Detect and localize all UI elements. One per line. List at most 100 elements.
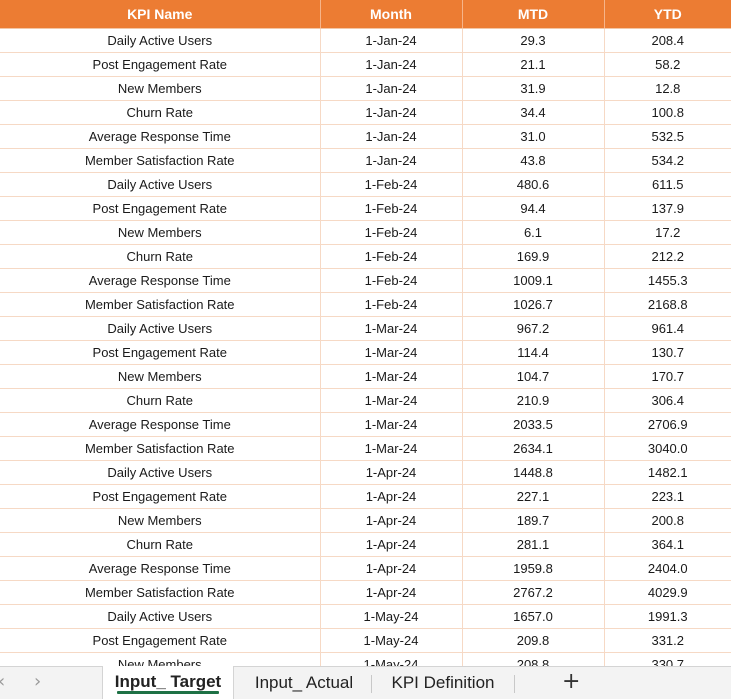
mtd-cell[interactable]: 227.1 xyxy=(462,484,605,509)
kpi-name-cell[interactable]: New Members xyxy=(0,508,321,533)
ytd-cell[interactable]: 1991.3 xyxy=(604,604,731,629)
mtd-cell[interactable]: 31.0 xyxy=(462,124,605,149)
kpi-name-cell[interactable]: Post Engagement Rate xyxy=(0,484,321,509)
kpi-name-cell[interactable]: Member Satisfaction Rate xyxy=(0,148,321,173)
mtd-cell[interactable]: 2634.1 xyxy=(462,436,605,461)
kpi-name-cell[interactable]: Daily Active Users xyxy=(0,604,321,629)
mtd-cell[interactable]: 1448.8 xyxy=(462,460,605,485)
month-cell[interactable]: 1-Apr-24 xyxy=(320,460,463,485)
kpi-name-cell[interactable]: Post Engagement Rate xyxy=(0,52,321,77)
tab-input-actual[interactable]: Input_ Actual xyxy=(240,667,368,699)
kpi-name-cell[interactable]: Daily Active Users xyxy=(0,316,321,341)
month-cell[interactable]: 1-May-24 xyxy=(320,652,463,666)
mtd-cell[interactable]: 21.1 xyxy=(462,52,605,77)
ytd-cell[interactable]: 3040.0 xyxy=(604,436,731,461)
ytd-cell[interactable]: 17.2 xyxy=(604,220,731,245)
mtd-cell[interactable]: 6.1 xyxy=(462,220,605,245)
tab-kpi-definition[interactable]: KPI Definition xyxy=(376,667,510,699)
ytd-cell[interactable]: 58.2 xyxy=(604,52,731,77)
mtd-cell[interactable]: 480.6 xyxy=(462,172,605,197)
mtd-cell[interactable]: 31.9 xyxy=(462,76,605,101)
kpi-name-cell[interactable]: Member Satisfaction Rate xyxy=(0,436,321,461)
month-cell[interactable]: 1-Jan-24 xyxy=(320,76,463,101)
kpi-name-cell[interactable]: Average Response Time xyxy=(0,124,321,149)
month-cell[interactable]: 1-May-24 xyxy=(320,604,463,629)
ytd-cell[interactable]: 137.9 xyxy=(604,196,731,221)
ytd-cell[interactable]: 1455.3 xyxy=(604,268,731,293)
mtd-cell[interactable]: 94.4 xyxy=(462,196,605,221)
month-cell[interactable]: 1-Feb-24 xyxy=(320,196,463,221)
kpi-name-cell[interactable]: Daily Active Users xyxy=(0,28,321,53)
month-cell[interactable]: 1-Feb-24 xyxy=(320,172,463,197)
mtd-cell[interactable]: 2033.5 xyxy=(462,412,605,437)
mtd-cell[interactable]: 1959.8 xyxy=(462,556,605,581)
month-cell[interactable]: 1-May-24 xyxy=(320,628,463,653)
month-cell[interactable]: 1-Apr-24 xyxy=(320,508,463,533)
add-sheet-icon[interactable]: + xyxy=(562,669,580,695)
kpi-name-cell[interactable]: Member Satisfaction Rate xyxy=(0,292,321,317)
ytd-cell[interactable]: 2168.8 xyxy=(604,292,731,317)
month-cell[interactable]: 1-Jan-24 xyxy=(320,148,463,173)
kpi-name-cell[interactable]: Member Satisfaction Rate xyxy=(0,580,321,605)
kpi-name-cell[interactable]: Average Response Time xyxy=(0,556,321,581)
mtd-cell[interactable]: 1657.0 xyxy=(462,604,605,629)
month-cell[interactable]: 1-Mar-24 xyxy=(320,412,463,437)
column-header-kpi-name[interactable]: KPI Name xyxy=(0,0,321,29)
kpi-name-cell[interactable]: New Members xyxy=(0,652,321,666)
ytd-cell[interactable]: 611.5 xyxy=(604,172,731,197)
kpi-name-cell[interactable]: Post Engagement Rate xyxy=(0,340,321,365)
mtd-cell[interactable]: 43.8 xyxy=(462,148,605,173)
month-cell[interactable]: 1-Feb-24 xyxy=(320,268,463,293)
mtd-cell[interactable]: 114.4 xyxy=(462,340,605,365)
kpi-name-cell[interactable]: Churn Rate xyxy=(0,532,321,557)
month-cell[interactable]: 1-Mar-24 xyxy=(320,364,463,389)
month-cell[interactable]: 1-Mar-24 xyxy=(320,436,463,461)
chevron-right-icon[interactable]: › xyxy=(34,673,41,691)
kpi-name-cell[interactable]: Post Engagement Rate xyxy=(0,628,321,653)
mtd-cell[interactable]: 281.1 xyxy=(462,532,605,557)
ytd-cell[interactable]: 1482.1 xyxy=(604,460,731,485)
mtd-cell[interactable]: 169.9 xyxy=(462,244,605,269)
ytd-cell[interactable]: 532.5 xyxy=(604,124,731,149)
kpi-name-cell[interactable]: New Members xyxy=(0,364,321,389)
column-header-month[interactable]: Month xyxy=(320,0,463,29)
ytd-cell[interactable]: 212.2 xyxy=(604,244,731,269)
month-cell[interactable]: 1-Mar-24 xyxy=(320,316,463,341)
ytd-cell[interactable]: 208.4 xyxy=(604,28,731,53)
ytd-cell[interactable]: 130.7 xyxy=(604,340,731,365)
month-cell[interactable]: 1-Apr-24 xyxy=(320,532,463,557)
mtd-cell[interactable]: 29.3 xyxy=(462,28,605,53)
month-cell[interactable]: 1-Jan-24 xyxy=(320,124,463,149)
month-cell[interactable]: 1-Apr-24 xyxy=(320,484,463,509)
month-cell[interactable]: 1-Feb-24 xyxy=(320,292,463,317)
mtd-cell[interactable]: 967.2 xyxy=(462,316,605,341)
ytd-cell[interactable]: 2706.9 xyxy=(604,412,731,437)
ytd-cell[interactable]: 534.2 xyxy=(604,148,731,173)
kpi-name-cell[interactable]: Post Engagement Rate xyxy=(0,196,321,221)
mtd-cell[interactable]: 208.8 xyxy=(462,652,605,666)
mtd-cell[interactable]: 104.7 xyxy=(462,364,605,389)
ytd-cell[interactable]: 330.7 xyxy=(604,652,731,666)
ytd-cell[interactable]: 12.8 xyxy=(604,76,731,101)
kpi-name-cell[interactable]: New Members xyxy=(0,76,321,101)
ytd-cell[interactable]: 2404.0 xyxy=(604,556,731,581)
month-cell[interactable]: 1-Jan-24 xyxy=(320,100,463,125)
ytd-cell[interactable]: 100.8 xyxy=(604,100,731,125)
ytd-cell[interactable]: 961.4 xyxy=(604,316,731,341)
kpi-name-cell[interactable]: Churn Rate xyxy=(0,388,321,413)
kpi-name-cell[interactable]: Average Response Time xyxy=(0,412,321,437)
kpi-name-cell[interactable]: Churn Rate xyxy=(0,244,321,269)
mtd-cell[interactable]: 210.9 xyxy=(462,388,605,413)
mtd-cell[interactable]: 1026.7 xyxy=(462,292,605,317)
mtd-cell[interactable]: 1009.1 xyxy=(462,268,605,293)
month-cell[interactable]: 1-Feb-24 xyxy=(320,244,463,269)
month-cell[interactable]: 1-Jan-24 xyxy=(320,52,463,77)
ytd-cell[interactable]: 306.4 xyxy=(604,388,731,413)
ytd-cell[interactable]: 331.2 xyxy=(604,628,731,653)
chevron-left-icon[interactable]: ‹ xyxy=(0,673,5,691)
ytd-cell[interactable]: 200.8 xyxy=(604,508,731,533)
ytd-cell[interactable]: 223.1 xyxy=(604,484,731,509)
month-cell[interactable]: 1-Mar-24 xyxy=(320,388,463,413)
tab-input-target[interactable]: Input_ Target xyxy=(102,666,234,699)
month-cell[interactable]: 1-Feb-24 xyxy=(320,220,463,245)
